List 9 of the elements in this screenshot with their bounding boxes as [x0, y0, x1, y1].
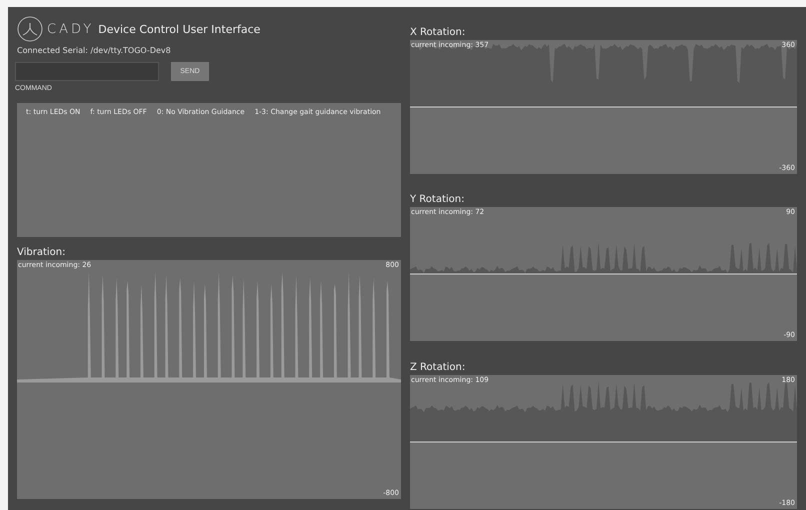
graph-title: Y Rotation:	[410, 194, 466, 207]
serial-status: Connected Serial: /dev/tty.TOGO-Dev8	[17, 46, 172, 55]
graph-title: Vibration:	[17, 247, 67, 260]
logo-text: CADY	[47, 22, 94, 36]
graph-title: Z Rotation:	[410, 362, 466, 375]
graph-title: X Rotation:	[410, 27, 466, 40]
command-input[interactable]	[15, 62, 159, 81]
logo-icon	[17, 16, 43, 42]
app-title: Device Control User Interface	[98, 22, 260, 36]
